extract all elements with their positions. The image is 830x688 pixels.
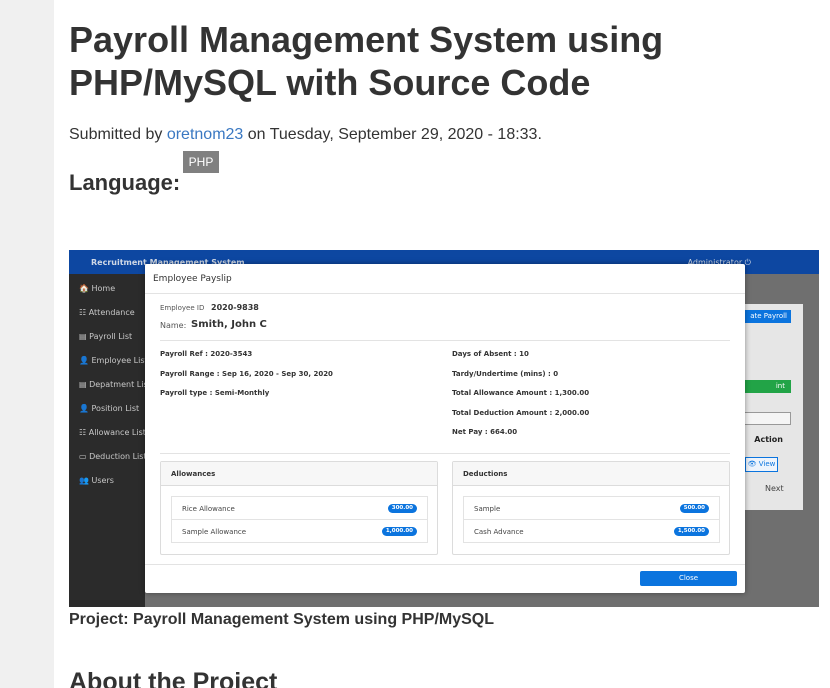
divider <box>160 340 730 341</box>
deduction-label: Cash Advance <box>474 528 524 536</box>
days-absent: Days of Absent : 10 <box>452 350 529 358</box>
submitted-prefix: Submitted by <box>69 126 167 143</box>
bg-next-link: Next <box>765 484 784 493</box>
sidebar-item-deduction: ▭ Deduction List <box>79 452 147 461</box>
modal-header: Employee Payslip <box>145 264 745 294</box>
sidebar-item-payroll: ▤ Payroll List <box>79 332 133 341</box>
allowance-row: Rice Allowance 300.00 <box>171 496 428 520</box>
bg-search-input <box>741 412 791 425</box>
divider <box>160 453 730 454</box>
employee-id-label: Employee ID <box>160 304 205 312</box>
sidebar-item-users: 👥 Users <box>79 476 114 485</box>
employee-name-value: Smith, John C <box>191 319 267 330</box>
sidebar-item-department: ▤ Depatment List <box>79 380 151 389</box>
payroll-ref: Payroll Ref : 2020-3543 <box>160 350 253 358</box>
background-panel <box>737 304 803 510</box>
payroll-range: Payroll Range : Sep 16, 2020 - Sep 30, 2… <box>160 370 333 378</box>
employee-name-label: Name: <box>160 321 187 330</box>
project-screenshot: Recruitment Management System Administra… <box>69 250 819 607</box>
app-sidebar: 🏠 Home ☷ Attendance ▤ Payroll List 👤 Emp… <box>69 274 151 607</box>
card-header: Deductions <box>453 462 729 486</box>
image-caption: Project: Payroll Management System using… <box>69 611 494 628</box>
deductions-title: Deductions <box>463 470 508 478</box>
card-header: Allowances <box>161 462 437 486</box>
bg-print-button: int <box>741 380 791 393</box>
sidebar-item-attendance: ☷ Attendance <box>79 308 135 317</box>
divider <box>145 564 745 565</box>
amount-badge: 1,000.00 <box>381 527 417 536</box>
tardy-undertime: Tardy/Undertime (mins) : 0 <box>452 370 559 378</box>
submitted-line: Submitted by oretnom23 on Tuesday, Septe… <box>69 126 542 144</box>
total-allowance: Total Allowance Amount : 1,300.00 <box>452 389 590 397</box>
amount-badge: 500.00 <box>679 504 709 513</box>
modal-title: Employee Payslip <box>153 274 232 284</box>
sidebar-item-employee: 👤 Employee List <box>79 356 148 365</box>
sidebar-item-position: 👤 Position List <box>79 404 140 413</box>
payroll-type: Payroll type : Semi-Monthly <box>160 389 270 397</box>
close-button: Close <box>640 571 737 586</box>
payslip-modal: Employee Payslip Employee ID 2020-9838 N… <box>145 264 745 593</box>
submitted-date: on Tuesday, September 29, 2020 - 18:33. <box>243 126 542 143</box>
bg-action-header: Action <box>754 435 783 444</box>
deduction-row: Sample 500.00 <box>463 496 720 520</box>
amount-badge: 300.00 <box>387 504 417 513</box>
total-deduction: Total Deduction Amount : 2,000.00 <box>452 409 590 417</box>
author-link[interactable]: oretnom23 <box>167 126 244 143</box>
allowances-title: Allowances <box>171 470 216 478</box>
language-label: Language: <box>69 170 181 195</box>
deduction-label: Sample <box>474 505 501 513</box>
deduction-row: Cash Advance 1,500.00 <box>463 519 720 543</box>
page-title: Payroll Management System using PHP/MySQ… <box>69 19 664 103</box>
net-pay: Net Pay : 664.00 <box>452 428 518 436</box>
bg-view-button: 👁 View <box>745 457 778 472</box>
sidebar-item-home: 🏠 Home <box>79 284 116 293</box>
allowance-row: Sample Allowance 1,000.00 <box>171 519 428 543</box>
amount-badge: 1,500.00 <box>673 527 709 536</box>
section-heading: About the Project <box>69 668 278 688</box>
left-gutter <box>0 0 54 688</box>
deductions-card: Deductions Sample 500.00 Cash Advance 1,… <box>452 461 730 555</box>
allowance-label: Rice Allowance <box>182 505 235 513</box>
bg-add-payroll-button: ate Payroll <box>741 310 791 323</box>
allowance-label: Sample Allowance <box>182 528 247 536</box>
sidebar-item-allowance: ☷ Allowance List <box>79 428 146 437</box>
employee-id-value: 2020-9838 <box>211 303 259 312</box>
language-tag[interactable]: PHP <box>183 151 219 173</box>
allowances-card: Allowances Rice Allowance 300.00 Sample … <box>160 461 438 555</box>
